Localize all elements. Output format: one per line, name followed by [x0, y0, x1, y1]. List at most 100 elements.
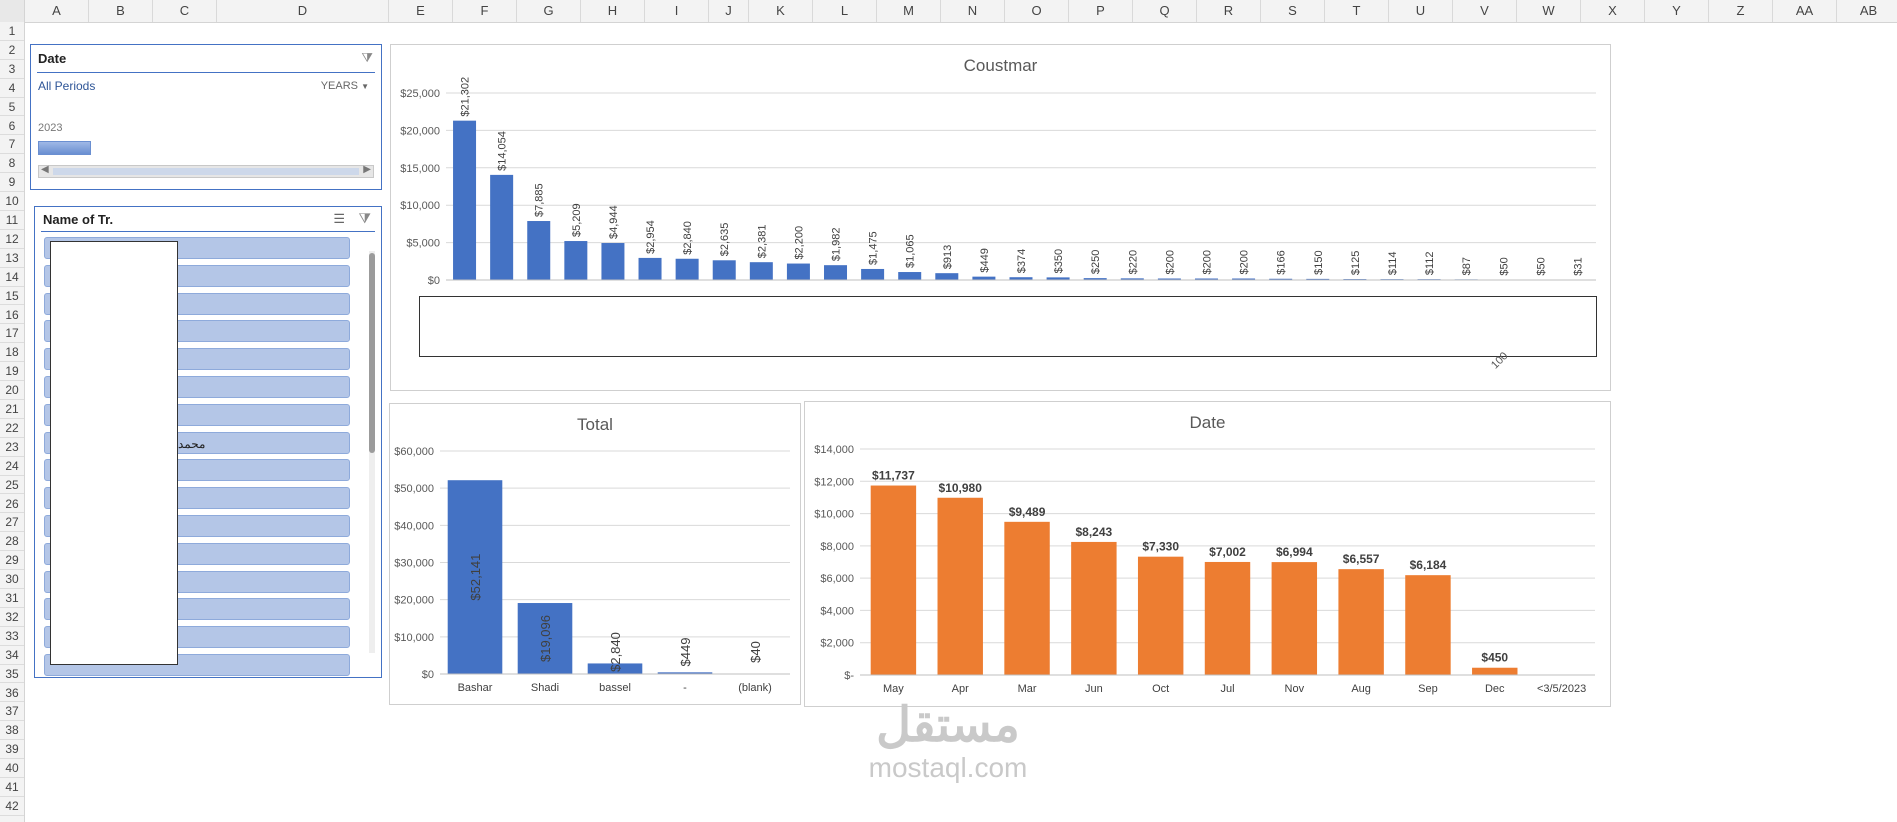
column-header-z[interactable]: Z — [1709, 0, 1773, 22]
row-header-2[interactable]: 2 — [0, 41, 24, 60]
select-all-corner[interactable] — [0, 0, 25, 22]
column-header-g[interactable]: G — [517, 0, 581, 22]
bar[interactable] — [1472, 667, 1518, 675]
row-header-12[interactable]: 12 — [0, 230, 24, 249]
bar[interactable] — [870, 485, 917, 675]
row-header-28[interactable]: 28 — [0, 532, 24, 552]
bar[interactable] — [564, 241, 588, 280]
row-header-14[interactable]: 14 — [0, 268, 24, 287]
row-header-18[interactable]: 18 — [0, 343, 24, 363]
column-header-a[interactable]: A — [25, 0, 89, 22]
row-header-27[interactable]: 27 — [0, 513, 24, 533]
scroll-right-icon[interactable]: ▶ — [363, 164, 371, 175]
column-header-w[interactable]: W — [1517, 0, 1581, 22]
row-header-22[interactable]: 22 — [0, 419, 24, 438]
bar[interactable] — [1204, 561, 1251, 675]
row-header-13[interactable]: 13 — [0, 249, 24, 268]
multi-select-icon[interactable]: ☰ — [333, 211, 345, 227]
row-header-6[interactable]: 6 — [0, 117, 24, 136]
column-header-m[interactable]: M — [877, 0, 941, 22]
row-header-24[interactable]: 24 — [0, 457, 24, 476]
row-header-16[interactable]: 16 — [0, 306, 24, 325]
column-header-y[interactable]: Y — [1645, 0, 1709, 22]
bar[interactable] — [1071, 541, 1117, 675]
slicer-scrollbar[interactable] — [369, 251, 375, 653]
column-header-p[interactable]: P — [1069, 0, 1133, 22]
bar[interactable] — [712, 260, 736, 280]
year-2023-bar[interactable] — [38, 141, 91, 155]
bar[interactable] — [490, 174, 514, 280]
column-header-x[interactable]: X — [1581, 0, 1645, 22]
row-header-26[interactable]: 26 — [0, 495, 24, 514]
row-header-5[interactable]: 5 — [0, 98, 24, 117]
bar[interactable] — [972, 276, 996, 280]
column-header-i[interactable]: I — [645, 0, 709, 22]
customer-chart-panel[interactable]: Coustmar $0 $5,000 $10,000 $15,000 $20,000 $2… — [390, 44, 1611, 391]
row-header-8[interactable]: 8 — [0, 154, 24, 174]
column-header-ab[interactable]: AB — [1837, 0, 1897, 22]
row-header-20[interactable]: 20 — [0, 381, 24, 400]
row-header-39[interactable]: 39 — [0, 740, 24, 760]
row-header-3[interactable]: 3 — [0, 60, 24, 79]
column-header-f[interactable]: F — [453, 0, 517, 22]
row-header-42[interactable]: 42 — [0, 797, 24, 816]
row-header-10[interactable]: 10 — [0, 192, 24, 211]
row-header-7[interactable]: 7 — [0, 135, 24, 155]
total-chart-panel[interactable]: Total $0 $10,000 $20,000 $30,000 $40,000 $50,… — [389, 403, 801, 705]
clear-filter-icon[interactable]: ⧩ — [359, 210, 372, 227]
bar[interactable] — [861, 268, 885, 280]
column-header-o[interactable]: O — [1005, 0, 1069, 22]
bar[interactable] — [1405, 575, 1451, 675]
row-header-41[interactable]: 41 — [0, 778, 24, 797]
row-header-4[interactable]: 4 — [0, 79, 24, 98]
clear-filter-icon[interactable]: ⧩ — [361, 50, 373, 66]
row-header-11[interactable]: 11 — [0, 211, 24, 230]
row-header-15[interactable]: 15 — [0, 287, 24, 306]
column-header-h[interactable]: H — [581, 0, 645, 22]
bar[interactable] — [453, 120, 477, 280]
row-header-30[interactable]: 30 — [0, 570, 24, 589]
row-header-37[interactable]: 37 — [0, 702, 24, 722]
row-header-38[interactable]: 38 — [0, 721, 24, 741]
bar[interactable] — [898, 272, 922, 280]
row-header-9[interactable]: 9 — [0, 173, 24, 193]
scroll-thumb[interactable] — [53, 168, 359, 175]
row-header-23[interactable]: 23 — [0, 438, 24, 457]
column-header-d[interactable]: D — [217, 0, 389, 22]
bar[interactable] — [1004, 521, 1050, 675]
time-level-dropdown[interactable]: YEARS ▼ — [321, 80, 369, 92]
column-header-u[interactable]: U — [1389, 0, 1453, 22]
date-chart-panel[interactable]: Date $- $2,000 $4,000 $6,000 $8,000 $10,000 $1… — [804, 401, 1611, 707]
row-header-29[interactable]: 29 — [0, 551, 24, 571]
bar[interactable] — [1338, 569, 1384, 675]
row-header-25[interactable]: 25 — [0, 476, 24, 495]
bar[interactable] — [935, 273, 959, 280]
row-header-21[interactable]: 21 — [0, 400, 24, 419]
bar[interactable] — [527, 221, 551, 280]
row-header-35[interactable]: 35 — [0, 665, 24, 684]
column-header-c[interactable]: C — [153, 0, 217, 22]
row-header-19[interactable]: 19 — [0, 362, 24, 382]
row-header-32[interactable]: 32 — [0, 608, 24, 627]
bar[interactable] — [937, 497, 983, 675]
bar[interactable] — [749, 262, 773, 280]
column-header-e[interactable]: E — [389, 0, 453, 22]
row-header-40[interactable]: 40 — [0, 759, 24, 778]
column-header-s[interactable]: S — [1261, 0, 1325, 22]
slicer-scroll-thumb[interactable] — [369, 253, 375, 453]
scroll-left-icon[interactable]: ◀ — [41, 164, 49, 175]
bar[interactable] — [1137, 556, 1184, 675]
bar[interactable] — [786, 263, 810, 280]
column-header-n[interactable]: N — [941, 0, 1005, 22]
row-header-31[interactable]: 31 — [0, 589, 24, 608]
column-header-q[interactable]: Q — [1133, 0, 1197, 22]
row-header-1[interactable]: 1 — [0, 22, 24, 41]
column-header-aa[interactable]: AA — [1773, 0, 1837, 22]
row-header-17[interactable]: 17 — [0, 324, 24, 344]
row-header-33[interactable]: 33 — [0, 627, 24, 646]
column-header-k[interactable]: K — [749, 0, 813, 22]
row-header-36[interactable]: 36 — [0, 684, 24, 703]
bar[interactable] — [675, 258, 699, 280]
bar[interactable] — [1271, 562, 1318, 675]
bar[interactable] — [638, 257, 662, 280]
